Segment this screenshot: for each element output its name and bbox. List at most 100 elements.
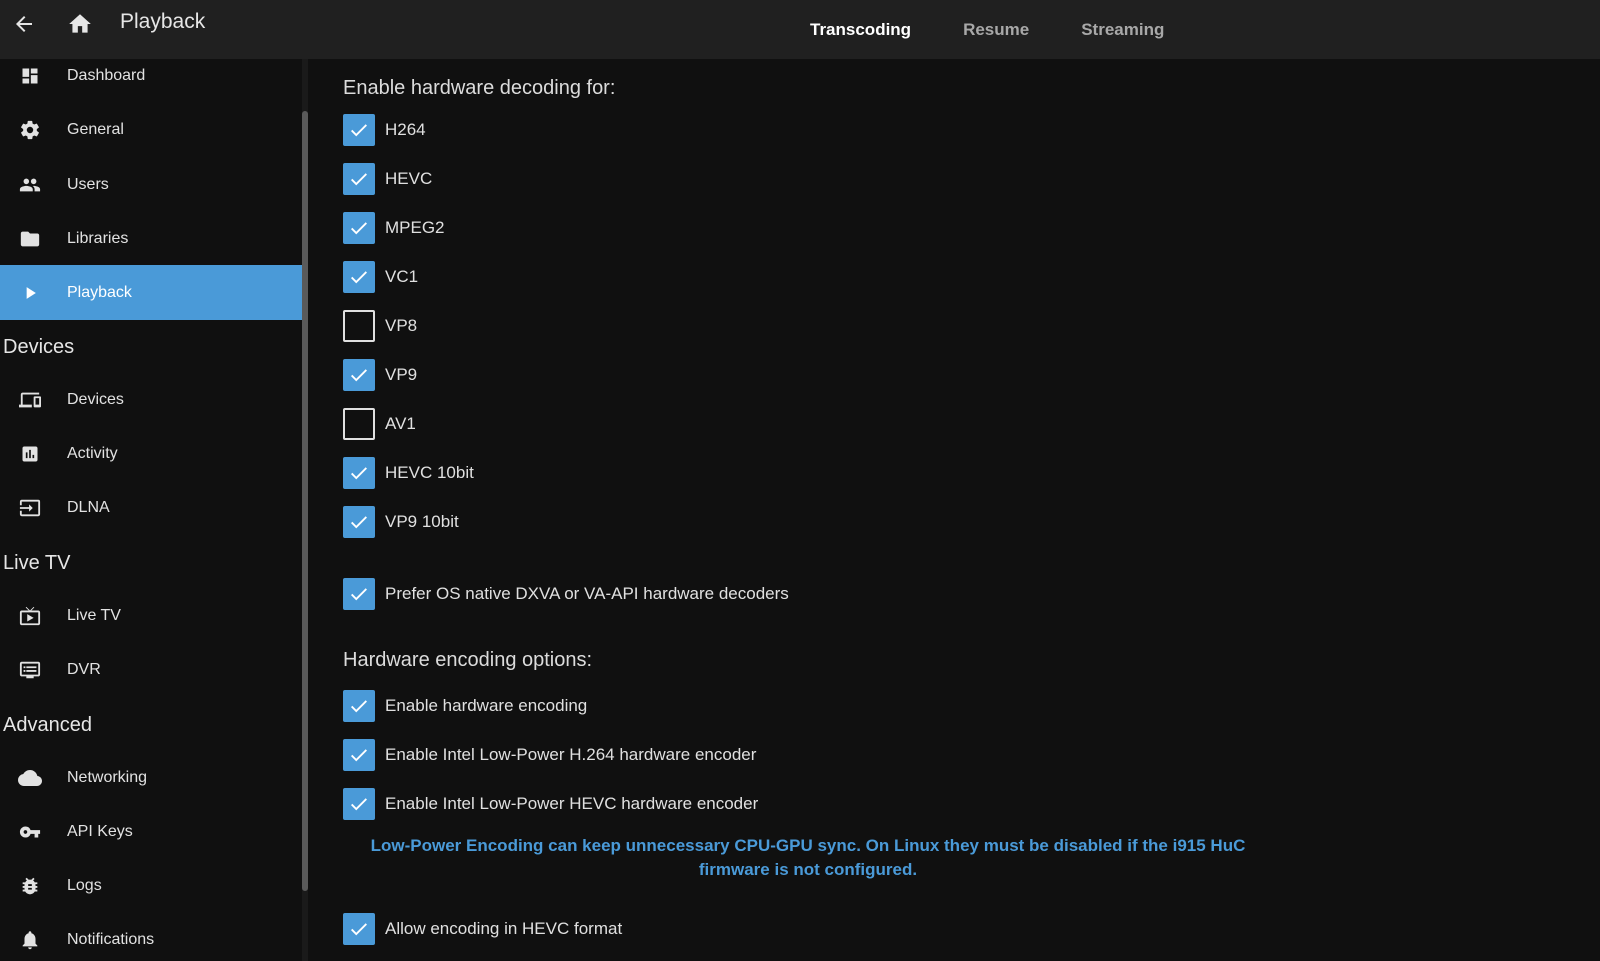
home-icon[interactable] xyxy=(66,10,94,38)
sidebar-item-label: API Keys xyxy=(67,822,133,840)
sidebar-item-label: Libraries xyxy=(67,229,129,247)
checkbox-hevc-10bit[interactable] xyxy=(343,457,375,489)
checkbox-row-vp9[interactable]: VP9 xyxy=(343,358,417,392)
devices-icon xyxy=(18,388,42,412)
tab-streaming[interactable]: Streaming xyxy=(1081,20,1164,40)
checkbox-vp9-10bit[interactable] xyxy=(343,506,375,538)
sidebar-item-label: Logs xyxy=(67,876,102,894)
cloud-icon xyxy=(18,766,42,790)
checkbox-av1[interactable] xyxy=(343,408,375,440)
checkbox-row-hevc-format[interactable]: Allow encoding in HEVC format xyxy=(343,912,622,946)
sidebar-item-label: Dashboard xyxy=(67,66,146,84)
sidebar-item-playback[interactable]: Playback xyxy=(0,265,302,320)
checkbox-row-h264[interactable]: H264 xyxy=(343,113,426,147)
checkbox-row-prefer-native[interactable]: Prefer OS native DXVA or VA-API hardware… xyxy=(343,577,789,611)
bell-icon xyxy=(18,928,42,952)
sidebar-item-dlna[interactable]: DLNA xyxy=(0,480,302,535)
sidebar-item-networking[interactable]: Networking xyxy=(0,750,302,805)
checkbox-label: VP9 10bit xyxy=(385,512,459,531)
play-icon xyxy=(18,281,42,305)
decoding-section-title: Enable hardware decoding for: xyxy=(343,77,616,99)
checkbox-vp9[interactable] xyxy=(343,359,375,391)
checkbox-row-hevc[interactable]: HEVC xyxy=(343,162,432,196)
tab-transcoding[interactable]: Transcoding xyxy=(810,20,911,40)
checkbox-row-lowpower-hevc[interactable]: Enable Intel Low-Power HEVC hardware enc… xyxy=(343,787,758,821)
page-title: Playback xyxy=(120,10,206,33)
chart-icon xyxy=(18,442,42,466)
sidebar-item-livetv[interactable]: Live TV xyxy=(0,588,302,643)
checkbox-prefer-native[interactable] xyxy=(343,578,375,610)
checkbox-label: HEVC xyxy=(385,169,433,188)
sidebar-item-devices[interactable]: Devices xyxy=(0,372,302,427)
checkbox-label: Enable hardware encoding xyxy=(385,696,588,715)
encoding-section-title: Hardware encoding options: xyxy=(343,649,593,671)
sidebar-item-api-keys[interactable]: API Keys xyxy=(0,804,302,859)
input-icon xyxy=(18,496,42,520)
sidebar-item-general[interactable]: General xyxy=(0,102,302,157)
sidebar-item-dashboard[interactable]: Dashboard xyxy=(0,59,302,103)
sidebar-item-label: Playback xyxy=(67,283,132,301)
sidebar-item-notifications[interactable]: Notifications xyxy=(0,912,302,961)
tab-resume[interactable]: Resume xyxy=(963,20,1029,40)
sidebar-scrollbar[interactable] xyxy=(302,59,308,961)
checkbox-label: VC1 xyxy=(385,267,419,286)
checkbox-label: AV1 xyxy=(385,414,416,433)
checkbox-row-hevc-10bit[interactable]: HEVC 10bit xyxy=(343,456,474,490)
checkbox-label: Enable Intel Low-Power H.264 hardware en… xyxy=(385,745,757,764)
checkbox-lowpower-h264[interactable] xyxy=(343,739,375,771)
sidebar-item-users[interactable]: Users xyxy=(0,157,302,212)
sidebar: Dashboard General Users Libraries Playba… xyxy=(0,59,302,961)
gear-icon xyxy=(18,118,42,142)
checkbox-row-hw-encoding[interactable]: Enable hardware encoding xyxy=(343,689,587,723)
checkbox-vp8[interactable] xyxy=(343,310,375,342)
checkbox-row-vc1[interactable]: VC1 xyxy=(343,260,418,294)
sidebar-item-label: Live TV xyxy=(67,606,121,624)
dashboard-icon xyxy=(18,64,42,88)
folder-icon xyxy=(18,227,42,251)
transcoding-settings: Enable hardware decoding for: H264 HEVC … xyxy=(343,59,1583,961)
sidebar-scrollbar-thumb[interactable] xyxy=(302,111,308,891)
sidebar-item-logs[interactable]: Logs xyxy=(0,858,302,913)
section-title-devices: Devices xyxy=(3,336,75,358)
check-icon xyxy=(351,700,367,713)
app-header: Playback Transcoding Resume Streaming xyxy=(0,0,1600,59)
checkbox-mpeg2[interactable] xyxy=(343,212,375,244)
dvr-icon xyxy=(18,658,42,682)
checkbox-hevc[interactable] xyxy=(343,163,375,195)
check-icon xyxy=(351,749,367,762)
sidebar-item-label: Activity xyxy=(67,444,118,462)
sidebar-item-label: Networking xyxy=(67,768,148,786)
checkbox-h264[interactable] xyxy=(343,114,375,146)
sidebar-item-label: General xyxy=(67,120,124,138)
checkbox-row-mpeg2[interactable]: MPEG2 xyxy=(343,211,445,245)
checkbox-vc1[interactable] xyxy=(343,261,375,293)
check-icon xyxy=(351,124,367,137)
checkbox-lowpower-hevc[interactable] xyxy=(343,788,375,820)
section-title-advanced: Advanced xyxy=(3,714,92,736)
checkbox-row-lowpower-h264[interactable]: Enable Intel Low-Power H.264 hardware en… xyxy=(343,738,756,772)
check-icon xyxy=(351,222,367,235)
check-icon xyxy=(351,467,367,480)
checkbox-row-av1[interactable]: AV1 xyxy=(343,407,416,441)
check-icon xyxy=(351,516,367,529)
tab-bar: Transcoding Resume Streaming xyxy=(810,0,1216,59)
checkbox-label: Enable Intel Low-Power HEVC hardware enc… xyxy=(385,794,759,813)
checkbox-row-vp8[interactable]: VP8 xyxy=(343,309,417,343)
sidebar-item-libraries[interactable]: Libraries xyxy=(0,211,302,266)
back-arrow-icon[interactable] xyxy=(10,10,38,38)
sidebar-item-label: DLNA xyxy=(67,498,110,516)
sidebar-item-dvr[interactable]: DVR xyxy=(0,642,302,697)
checkbox-hw-encoding[interactable] xyxy=(343,690,375,722)
checkbox-label: MPEG2 xyxy=(385,218,445,237)
check-icon xyxy=(351,369,367,382)
check-icon xyxy=(351,923,367,936)
checkbox-hevc-format[interactable] xyxy=(343,913,375,945)
checkbox-row-vp9-10bit[interactable]: VP9 10bit xyxy=(343,505,459,539)
key-icon xyxy=(18,820,42,844)
sidebar-item-label: DVR xyxy=(67,660,101,678)
section-title-livetv: Live TV xyxy=(3,552,71,574)
tv-icon xyxy=(18,604,42,628)
sidebar-item-activity[interactable]: Activity xyxy=(0,426,302,481)
low-power-warning-note: Low-Power Encoding can keep unnecessary … xyxy=(370,836,1246,879)
check-icon xyxy=(351,798,367,811)
